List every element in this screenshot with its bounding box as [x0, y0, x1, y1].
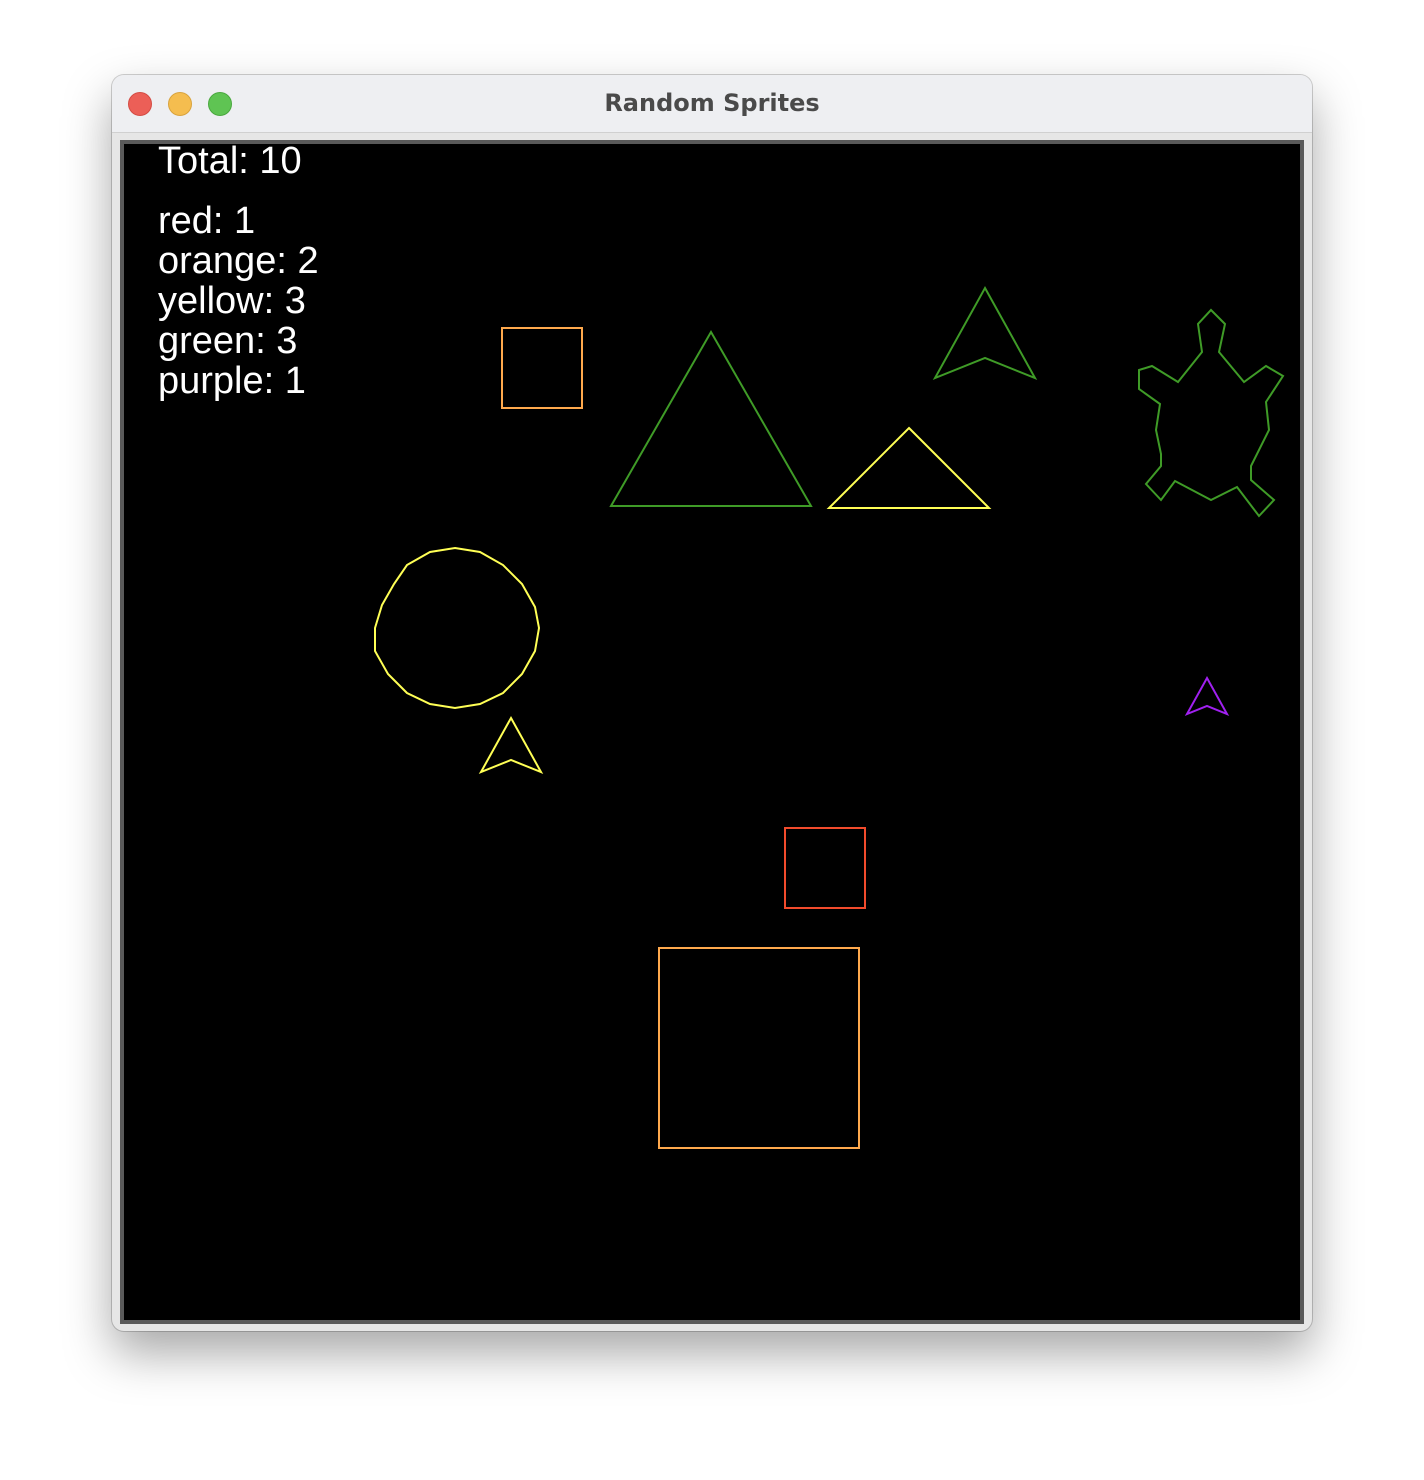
sprite-count-overlay: Total: 10 red: 1 orange: 2 yellow: 3 gre…	[158, 144, 319, 401]
yellow-circle-sprite	[374, 546, 541, 710]
title-bar[interactable]: Random Sprites	[112, 75, 1312, 133]
drawing-canvas[interactable]: Total: 10 red: 1 orange: 2 yellow: 3 gre…	[124, 144, 1300, 1320]
red-square-sprite	[784, 827, 866, 909]
red-count-label: red: 1	[158, 200, 256, 242]
green-turtle-sprite	[1138, 308, 1285, 518]
orange-count-label: orange: 2	[158, 240, 319, 282]
window-title: Random Sprites	[604, 89, 820, 117]
orange-square-sprite	[501, 327, 583, 409]
app-window: Random Sprites Total: 10 red: 1 orange: …	[112, 75, 1312, 1331]
total-count-label: Total: 10	[158, 144, 302, 182]
orange-square-large-sprite	[658, 947, 860, 1149]
green-count-label: green: 3	[158, 320, 298, 362]
yellow-arrow-sprite	[478, 715, 544, 774]
yellow-triangle-sprite	[826, 426, 992, 509]
purple-count-label: purple: 1	[158, 360, 306, 402]
green-arrow-sprite	[932, 285, 1038, 380]
yellow-count-label: yellow: 3	[158, 280, 306, 322]
purple-arrow-sprite	[1184, 675, 1230, 716]
green-triangle-sprite	[609, 329, 813, 507]
